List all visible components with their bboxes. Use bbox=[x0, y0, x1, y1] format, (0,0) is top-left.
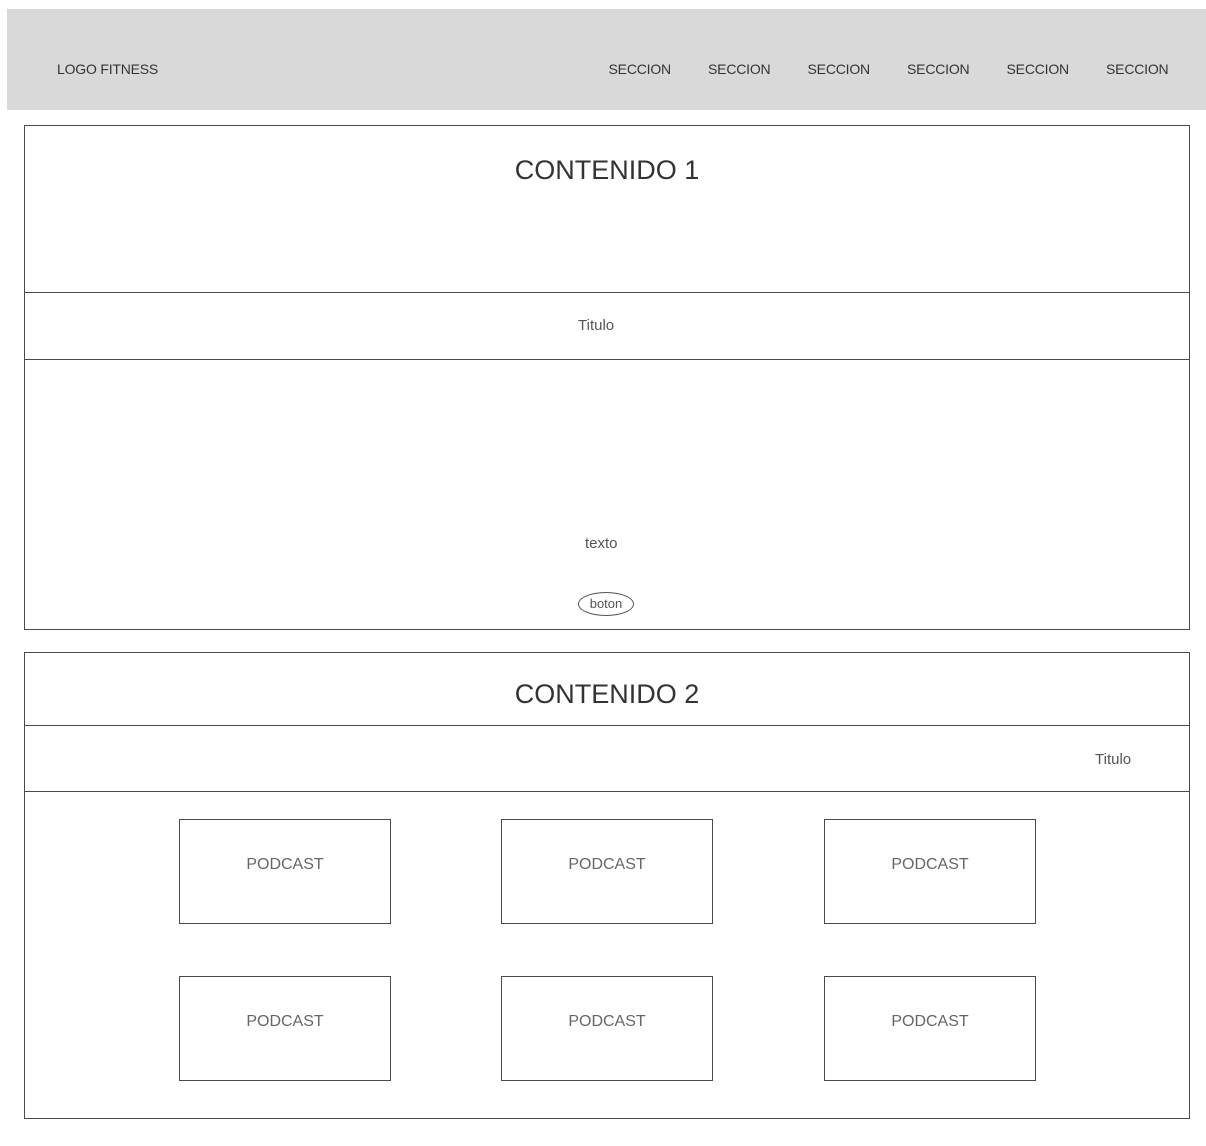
content-1-title: CONTENIDO 1 bbox=[514, 155, 700, 185]
content-1-divider-top bbox=[25, 292, 1189, 293]
nav-item-seccion-1[interactable]: SECCION bbox=[590, 61, 690, 77]
content-1-divider-bottom bbox=[25, 359, 1189, 360]
content-2-divider-top bbox=[25, 725, 1189, 726]
podcast-card[interactable]: PODCAST bbox=[501, 819, 713, 924]
nav-item-seccion-4[interactable]: SECCION bbox=[889, 61, 989, 77]
podcast-card[interactable]: PODCAST bbox=[824, 819, 1036, 924]
nav-item-seccion-5[interactable]: SECCION bbox=[988, 61, 1088, 77]
podcast-card[interactable]: PODCAST bbox=[179, 976, 391, 1081]
nav-item-seccion-3[interactable]: SECCION bbox=[789, 61, 889, 77]
nav-item-seccion-6[interactable]: SECCION bbox=[1088, 61, 1188, 77]
content-1-text: texto bbox=[585, 535, 618, 552]
content-2-divider-bottom bbox=[25, 791, 1189, 792]
content-1-section: CONTENIDO 1 Titulo texto boton bbox=[24, 125, 1190, 630]
podcast-card[interactable]: PODCAST bbox=[824, 976, 1036, 1081]
podcast-card[interactable]: PODCAST bbox=[179, 819, 391, 924]
content-2-section: CONTENIDO 2 Titulo PODCAST PODCAST PODCA… bbox=[24, 652, 1190, 1119]
site-header: LOGO FITNESS SECCION SECCION SECCION SEC… bbox=[7, 9, 1206, 110]
wireframe-page: LOGO FITNESS SECCION SECCION SECCION SEC… bbox=[0, 0, 1206, 1146]
logo[interactable]: LOGO FITNESS bbox=[57, 61, 158, 77]
nav-item-seccion-2[interactable]: SECCION bbox=[690, 61, 790, 77]
podcast-card[interactable]: PODCAST bbox=[501, 976, 713, 1081]
content-1-button[interactable]: boton bbox=[578, 592, 634, 616]
content-2-subtitle: Titulo bbox=[1095, 751, 1132, 768]
content-1-subtitle: Titulo bbox=[578, 317, 615, 334]
main-nav: SECCION SECCION SECCION SECCION SECCION … bbox=[590, 61, 1187, 77]
content-2-title: CONTENIDO 2 bbox=[514, 679, 700, 709]
